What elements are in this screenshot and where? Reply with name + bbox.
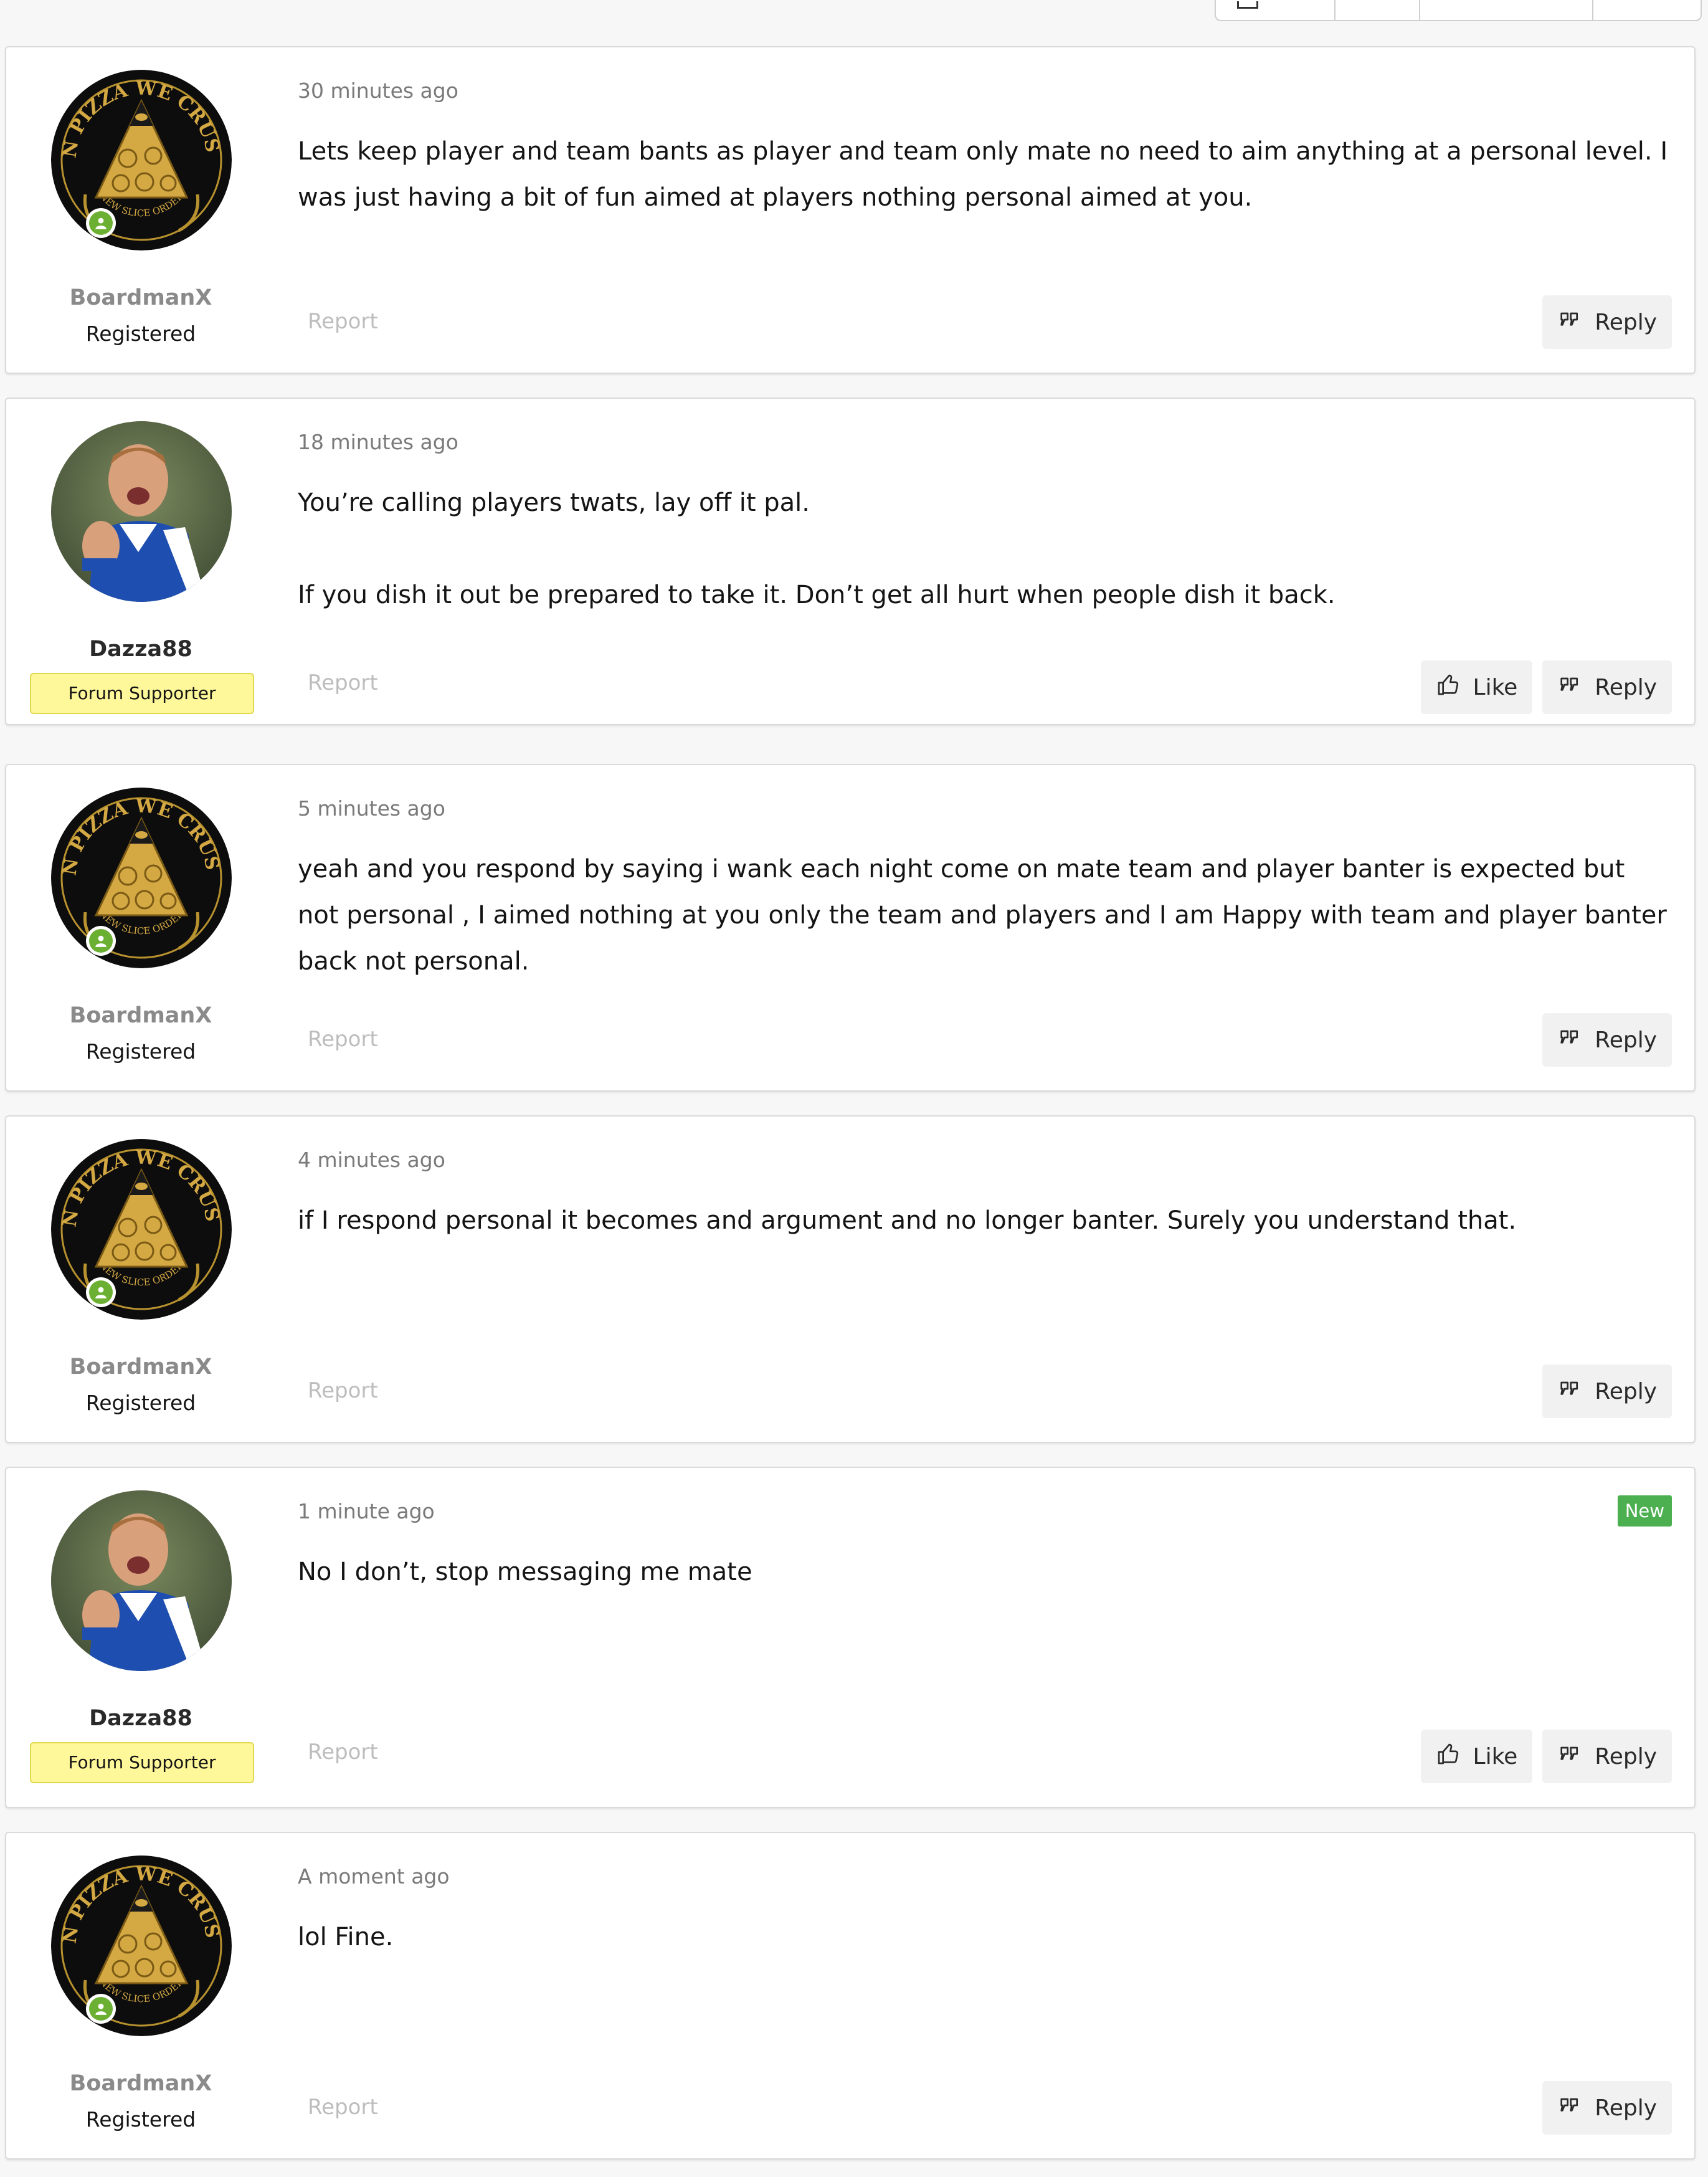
avatar[interactable] [51, 1490, 232, 1671]
avatar[interactable]: IN PIZZA WE CRUSTNEW SLICE ORDER [51, 1855, 232, 2036]
post-message: yeah and you respond by saying i wank ea… [298, 855, 1667, 976]
post: IN PIZZA WE CRUSTNEW SLICE ORDER Boardma… [5, 1832, 1696, 2160]
username[interactable]: BoardmanX [6, 2071, 275, 2096]
like-label: Like [1473, 674, 1518, 700]
user-role: Registered [85, 2107, 196, 2132]
thumbs-up-icon [1436, 672, 1461, 703]
post-message: if I respond personal it becomes and arg… [298, 1206, 1517, 1235]
reply-label: Reply [1595, 309, 1657, 335]
like-button[interactable]: Like [1420, 660, 1533, 714]
reply-button[interactable]: Reply [1542, 1365, 1672, 1418]
post-author: Dazza88 Forum Supporter [6, 399, 275, 724]
reply-label: Reply [1595, 1743, 1657, 1770]
post-message: lol Fine. [298, 1923, 394, 1951]
username[interactable]: Dazza88 [6, 1706, 275, 1731]
report-link[interactable]: Report [308, 1027, 378, 1052]
username[interactable]: BoardmanX [6, 285, 275, 310]
quote-icon [1557, 1025, 1582, 1055]
reply-button[interactable]: Reply [1542, 2081, 1672, 2135]
reply-label: Reply [1595, 674, 1657, 700]
online-status-icon [86, 926, 116, 956]
username[interactable]: BoardmanX [6, 1003, 275, 1028]
pizza-logo-image: IN PIZZA WE CRUSTNEW SLICE ORDER [51, 788, 232, 968]
toolbar-icon [1237, 1, 1258, 9]
forum-supporter-badge: Forum Supporter [30, 673, 254, 714]
reply-label: Reply [1595, 2095, 1657, 2121]
pizza-logo-image: IN PIZZA WE CRUSTNEW SLICE ORDER [51, 1855, 232, 2036]
post-author: IN PIZZA WE CRUSTNEW SLICE ORDER Boardma… [6, 47, 275, 373]
reply-label: Reply [1595, 1027, 1657, 1053]
toolbar-segment[interactable] [1216, 0, 1336, 20]
post-timestamp[interactable]: A moment ago [298, 1864, 450, 1889]
toolbar-segment[interactable] [1593, 0, 1701, 20]
post-timestamp[interactable]: 18 minutes ago [298, 430, 458, 454]
post-author: IN PIZZA WE CRUSTNEW SLICE ORDER Boardma… [6, 765, 275, 1090]
post-author: IN PIZZA WE CRUSTNEW SLICE ORDER Boardma… [6, 1833, 275, 2158]
post-message: You’re calling players twats, lay off it… [298, 488, 1336, 609]
like-label: Like [1473, 1743, 1518, 1770]
quote-icon [1557, 2093, 1582, 2123]
user-role: Registered [85, 322, 196, 346]
post: Dazza88 Forum Supporter 18 minutes ago Y… [5, 398, 1696, 725]
post: IN PIZZA WE CRUSTNEW SLICE ORDER Boardma… [5, 764, 1696, 1092]
post-timestamp[interactable]: 5 minutes ago [298, 796, 445, 821]
quote-icon [1557, 307, 1582, 338]
online-status-icon [86, 1994, 116, 2024]
report-link[interactable]: Report [308, 670, 378, 695]
avatar[interactable]: IN PIZZA WE CRUSTNEW SLICE ORDER [51, 70, 232, 250]
quote-icon [1557, 672, 1582, 703]
post-author: IN PIZZA WE CRUSTNEW SLICE ORDER Boardma… [6, 1117, 275, 1442]
reply-button[interactable]: Reply [1542, 1730, 1672, 1783]
avatar[interactable]: IN PIZZA WE CRUSTNEW SLICE ORDER [51, 788, 232, 968]
post-timestamp[interactable]: 30 minutes ago [298, 79, 458, 103]
thumbs-up-icon [1436, 1741, 1461, 1772]
username[interactable]: BoardmanX [6, 1355, 275, 1379]
like-button[interactable]: Like [1420, 1730, 1533, 1783]
online-status-icon [86, 208, 116, 238]
user-role: Registered [85, 1039, 196, 1064]
avatar[interactable]: IN PIZZA WE CRUSTNEW SLICE ORDER [51, 1139, 232, 1320]
avatar[interactable] [51, 421, 232, 602]
post-message: Lets keep player and team bants as playe… [298, 137, 1668, 212]
reply-label: Reply [1595, 1378, 1657, 1404]
footballer-photo [51, 1490, 232, 1671]
username[interactable]: Dazza88 [6, 637, 275, 662]
post: IN PIZZA WE CRUSTNEW SLICE ORDER Boardma… [5, 1115, 1696, 1443]
footballer-photo [51, 421, 232, 602]
post-timestamp[interactable]: 1 minute ago [298, 1499, 435, 1523]
reply-button[interactable]: Reply [1542, 660, 1672, 714]
quote-icon [1557, 1741, 1582, 1772]
report-link[interactable]: Report [308, 1378, 378, 1403]
new-badge: New [1617, 1495, 1672, 1527]
post: Dazza88 Forum Supporter 1 minute ago New… [5, 1467, 1696, 1808]
report-link[interactable]: Report [308, 1740, 378, 1765]
post-message: No I don’t, stop messaging me mate [298, 1558, 752, 1586]
pizza-logo-image: IN PIZZA WE CRUSTNEW SLICE ORDER [51, 70, 232, 250]
online-status-icon [86, 1277, 116, 1307]
post: IN PIZZA WE CRUSTNEW SLICE ORDER Boardma… [5, 46, 1696, 374]
reply-button[interactable]: Reply [1542, 295, 1672, 349]
quote-icon [1557, 1376, 1582, 1407]
user-role: Registered [85, 1391, 196, 1415]
reply-button[interactable]: Reply [1542, 1013, 1672, 1067]
forum-supporter-badge: Forum Supporter [30, 1742, 254, 1783]
report-link[interactable]: Report [308, 2095, 378, 2120]
pizza-logo-image: IN PIZZA WE CRUSTNEW SLICE ORDER [51, 1139, 232, 1320]
pagination-toolbar [1215, 0, 1702, 21]
post-timestamp[interactable]: 4 minutes ago [298, 1148, 445, 1172]
report-link[interactable]: Report [308, 309, 378, 334]
toolbar-segment[interactable] [1420, 0, 1593, 20]
post-author: Dazza88 Forum Supporter [6, 1468, 275, 1807]
toolbar-segment[interactable] [1336, 0, 1420, 20]
